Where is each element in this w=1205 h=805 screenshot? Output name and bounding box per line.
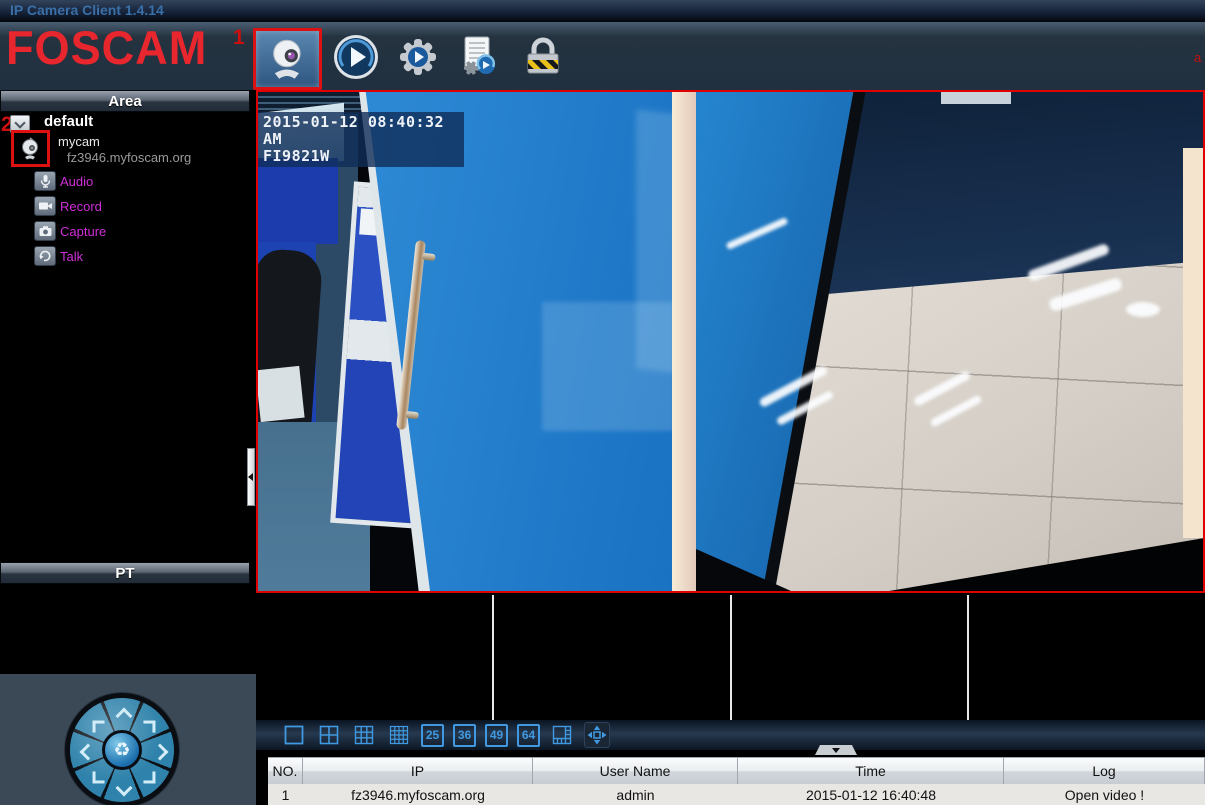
title-bar: IP Camera Client 1.4.14 (0, 0, 1205, 22)
column-header-username: User Name (533, 758, 738, 784)
pt-right-arrow[interactable] (152, 744, 169, 761)
log-table-header: NO. IP User Name Time Log (268, 757, 1205, 784)
layout-1-view-button[interactable] (281, 722, 307, 748)
tree-camera-address[interactable]: fz3946.myfoscam.org (67, 150, 191, 165)
column-header-ip: IP (303, 758, 533, 784)
sidebar-collapse-handle[interactable] (247, 448, 255, 506)
pt-left-arrow[interactable] (80, 744, 97, 761)
tree-action-record[interactable]: Record (34, 195, 214, 217)
cruise-icon: ♻ (113, 739, 130, 762)
talk-icon (34, 246, 56, 266)
pt-up-left-arrow[interactable] (93, 721, 105, 733)
sidebar: Area 2 default mycam fz3946.myfoscam.org (0, 90, 256, 805)
live-video-cell[interactable]: 2015-01-12 08:40:32 AM FI9821W (256, 90, 1205, 593)
gear-icon (394, 33, 442, 81)
layout-mixed-view-button[interactable] (549, 722, 575, 748)
pt-up-arrow[interactable] (116, 708, 133, 725)
layout-16-view-button[interactable] (386, 722, 412, 748)
tree-action-label: Talk (60, 249, 83, 264)
collapse-left-arrow-icon (248, 473, 253, 481)
pan-tilt-wheel[interactable]: ♻ (70, 698, 174, 802)
log-cell-no: 1 (268, 784, 303, 805)
layout-49-view-button[interactable]: 49 (485, 724, 508, 747)
window-title: IP Camera Client 1.4.14 (10, 2, 164, 18)
tree-action-talk[interactable]: Talk (34, 245, 214, 267)
log-document-icon (456, 33, 504, 81)
snapshot-icon (34, 221, 56, 241)
screen-layout-bar: 25 36 49 64 (256, 720, 1205, 750)
settings-button[interactable] (392, 31, 444, 83)
pt-down-right-arrow[interactable] (143, 771, 155, 783)
log-table: NO. IP User Name Time Log 1 fz3946.myfos… (268, 757, 1205, 805)
pt-control-panel: ♻ Track Horizontal z (0, 674, 256, 805)
ip-camera-client-window: IP Camera Client 1.4.14 FOSCAM 1 a (0, 0, 1205, 805)
column-header-no: NO. (268, 758, 303, 784)
pt-up-right-arrow[interactable] (143, 721, 155, 733)
osd-timestamp: 2015-01-12 08:40:32 AM (263, 114, 459, 148)
tree-group-default[interactable]: default (44, 113, 93, 130)
layout-9-view-button[interactable] (351, 722, 377, 748)
tree-action-label: Audio (60, 174, 93, 189)
area-panel-header: Area (0, 90, 250, 112)
video-cell-4[interactable] (732, 595, 968, 720)
annotation-letter-a: a (1194, 50, 1201, 65)
column-header-log: Log (1004, 758, 1205, 784)
log-panel-collapse-tab[interactable] (815, 745, 857, 755)
camcorder-icon (34, 196, 56, 216)
log-table-row[interactable]: 1 fz3946.myfoscam.org admin 2015-01-12 1… (268, 784, 1205, 805)
camera-node-icon (18, 136, 44, 162)
layout-36-view-button[interactable]: 36 (453, 724, 476, 747)
chevron-down-icon (14, 117, 25, 128)
tree-camera-name[interactable]: mycam (58, 134, 100, 149)
collapse-down-arrow-icon (832, 748, 840, 753)
playback-button[interactable] (330, 31, 382, 83)
fullscreen-button[interactable] (584, 722, 610, 748)
thumbnail-strip (256, 595, 1205, 720)
lock-button[interactable] (517, 31, 569, 83)
column-header-time: Time (738, 758, 1004, 784)
log-cell-username: admin (533, 784, 738, 805)
microphone-icon (34, 171, 56, 191)
log-cell-ip: fz3946.myfoscam.org (303, 784, 533, 805)
pt-panel-header: PT (0, 562, 250, 584)
video-osd-overlay: 2015-01-12 08:40:32 AM FI9821W (258, 112, 464, 167)
layout-64-view-button[interactable]: 64 (517, 724, 540, 747)
annotation-step-1: 1 (233, 26, 245, 50)
foscam-logo: FOSCAM (6, 20, 207, 75)
osd-camera-model: FI9821W (263, 148, 459, 165)
video-cell-3[interactable] (494, 595, 730, 720)
pt-down-arrow[interactable] (116, 780, 133, 797)
pt-cruise-button[interactable]: ♻ (102, 730, 142, 770)
video-cell-2[interactable] (256, 595, 492, 720)
main-toolbar: FOSCAM 1 a (0, 22, 1205, 90)
playback-icon (332, 33, 380, 81)
layout-25-view-button[interactable]: 25 (421, 724, 444, 747)
tree-action-audio[interactable]: Audio (34, 170, 214, 192)
log-cell-log: Open video ! (1004, 784, 1205, 805)
camera-tree-icon-highlight[interactable] (11, 130, 50, 167)
pt-down-left-arrow[interactable] (93, 771, 105, 783)
lock-icon (519, 33, 567, 81)
video-cell-5[interactable] (969, 595, 1205, 720)
log-cell-time: 2015-01-12 16:40:48 (738, 784, 1004, 805)
webcam-icon (266, 37, 310, 81)
layout-4-view-button[interactable] (316, 722, 342, 748)
tree-action-capture[interactable]: Capture (34, 220, 214, 242)
tree-action-label: Capture (60, 224, 106, 239)
log-button[interactable] (454, 31, 506, 83)
tree-action-label: Record (60, 199, 102, 214)
live-view-button[interactable] (253, 28, 322, 90)
